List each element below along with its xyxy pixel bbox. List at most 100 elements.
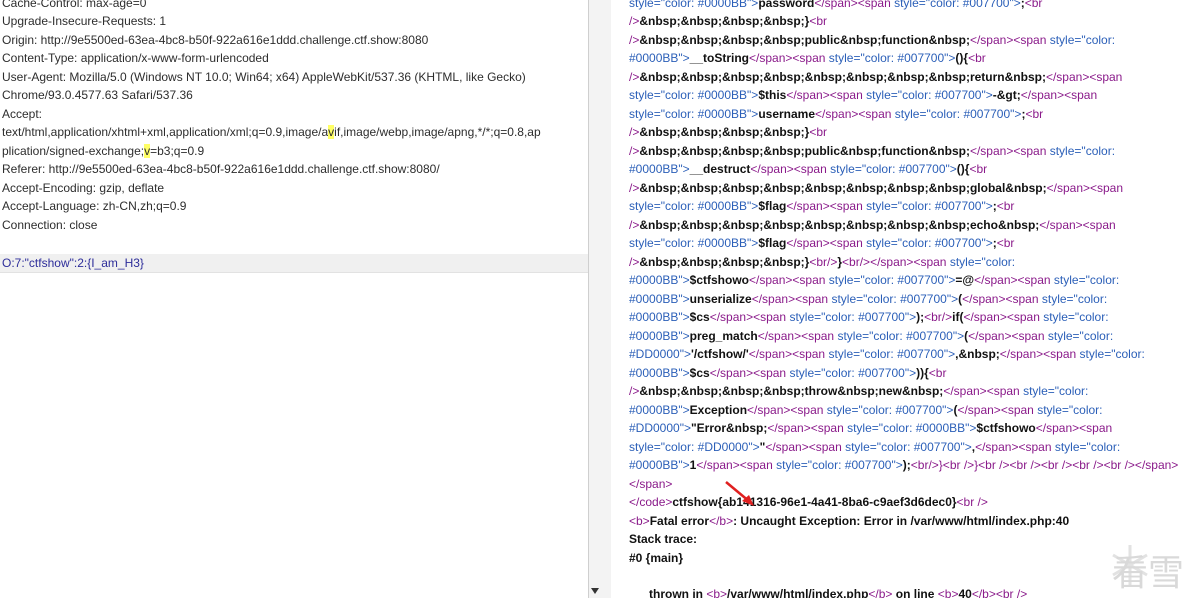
stack-frame: #0 {main} bbox=[629, 549, 683, 567]
tag: /> bbox=[928, 458, 939, 472]
tag: <br /> bbox=[956, 495, 988, 509]
request-body[interactable]: O:7:"ctfshow":2:{I_am_H3} bbox=[2, 254, 144, 272]
attr-value: "> bbox=[678, 51, 690, 65]
attr-value: "> bbox=[747, 88, 759, 102]
code-token: "Error&nbsp; bbox=[690, 421, 768, 435]
line-number: 40 bbox=[958, 587, 972, 598]
response-line: #0000BB">$ctfshowo</span><span style="co… bbox=[629, 271, 1119, 289]
code-token: unserialize bbox=[689, 292, 752, 306]
attr-value: "> bbox=[747, 107, 759, 121]
attr-value: #007700 bbox=[962, 0, 1010, 10]
attr-value: #007700 bbox=[858, 310, 905, 324]
code-token: -&gt; bbox=[992, 88, 1021, 102]
tag: </span> bbox=[969, 144, 1014, 158]
attr-value: =" bbox=[653, 0, 665, 10]
attr-value: color: bbox=[664, 199, 698, 213]
code-token: $ctfshowo bbox=[689, 273, 750, 287]
attr-value: #0000BB bbox=[629, 458, 679, 472]
attr-value: #0000BB bbox=[697, 199, 748, 213]
flag-line: </code>ctfshow{ab141316-96e1-4a41-8ba6-c… bbox=[629, 493, 988, 511]
tag: /> bbox=[629, 218, 640, 232]
request-header-line: Accept-Encoding: gzip, deflate bbox=[2, 181, 165, 195]
attr-name: style bbox=[629, 0, 654, 10]
attr-value: #0000BB bbox=[915, 421, 966, 435]
attr-name: style bbox=[1049, 144, 1075, 158]
text-run: =b3;q=0.9 bbox=[150, 144, 205, 158]
attr-value: =" bbox=[1078, 273, 1090, 287]
attr-value: =" bbox=[856, 292, 868, 306]
request-editor[interactable]: Cache-Control: max-age=0 Upgrade-Insecur… bbox=[0, 0, 588, 598]
tag: <span bbox=[753, 366, 790, 380]
tag: </span> bbox=[1020, 88, 1065, 102]
attr-value: color: bbox=[664, 440, 698, 454]
pane-splitter[interactable] bbox=[588, 0, 611, 598]
attr-value: "> bbox=[960, 440, 972, 454]
attr-value: #007700 bbox=[900, 292, 947, 306]
response-line: />&nbsp;&nbsp;&nbsp;&nbsp;}<br bbox=[629, 123, 827, 141]
tag: <b> bbox=[629, 514, 650, 528]
attr-value: #007700 bbox=[844, 458, 892, 472]
attr-name: style bbox=[789, 310, 815, 324]
response-viewer[interactable]: style="color: #0000BB">password</span><s… bbox=[611, 0, 1200, 598]
tag: <br bbox=[809, 14, 828, 28]
attr-value: "> bbox=[944, 273, 956, 287]
tag: </span> bbox=[786, 88, 830, 102]
attr-value: =" bbox=[814, 310, 826, 324]
red-arrow-icon bbox=[725, 481, 754, 506]
tag: <span bbox=[753, 310, 790, 324]
attr-value: "> bbox=[747, 0, 759, 10]
attr-value: "> bbox=[965, 421, 977, 435]
request-header-line: Content-Type: application/x-www-form-url… bbox=[2, 51, 269, 65]
tag: <span bbox=[1013, 33, 1050, 47]
attr-value: "> bbox=[1009, 0, 1021, 10]
attr-value: "> bbox=[678, 366, 690, 380]
attr-value: color: bbox=[930, 107, 964, 121]
response-line: #0000BB">unserialize</span><span style="… bbox=[629, 290, 1107, 308]
text-run: if,image/webp,image/apng,*/*;q=0.8,ap bbox=[334, 125, 541, 139]
attr-value: #0000BB bbox=[697, 0, 748, 10]
tag: <span bbox=[1064, 88, 1098, 102]
code-token: $cs bbox=[689, 310, 710, 324]
attr-value: #DD0000 bbox=[629, 421, 680, 435]
text-run: thrown in bbox=[642, 587, 707, 598]
response-line: />&nbsp;&nbsp;&nbsp;&nbsp;}<br bbox=[629, 12, 827, 30]
attr-name: style bbox=[1043, 310, 1068, 324]
request-header-line: Origin: http://9e5500ed-63ea-4bc8-b50f-9… bbox=[2, 33, 429, 47]
accept-header-value: plication/signed-exchange;v=b3;q=0.9 bbox=[2, 142, 204, 160]
tag: </span> bbox=[765, 440, 809, 454]
code-token: password bbox=[758, 0, 815, 10]
attr-name: style bbox=[845, 440, 870, 454]
code-token: $flag bbox=[758, 236, 787, 250]
tag: <span bbox=[1090, 181, 1124, 195]
tag: /> bbox=[629, 181, 640, 195]
tag: <span bbox=[1089, 70, 1123, 84]
attr-value: #0000BB bbox=[629, 310, 679, 324]
tag: <span bbox=[829, 199, 867, 213]
tag: </span> bbox=[815, 107, 859, 121]
request-header-line: Referer: http://9e5500ed-63ea-4bc8-b50f-… bbox=[2, 162, 440, 176]
watermark-text: 看雪 bbox=[1112, 553, 1185, 594]
attr-value: =" bbox=[871, 421, 884, 435]
text-run: plication/signed-exchange; bbox=[2, 144, 145, 158]
tag: <span bbox=[792, 51, 829, 65]
tag: /> bbox=[629, 14, 640, 28]
attr-value: #007700 bbox=[858, 366, 905, 380]
tag: </span> bbox=[696, 458, 740, 472]
tag: </span> bbox=[969, 33, 1014, 47]
attr-value: =" bbox=[853, 273, 865, 287]
attr-value: =" bbox=[1079, 440, 1091, 454]
flag-value: ctfshow{ab141316-96e1-4a41-8ba6-c9aef3d6… bbox=[672, 495, 957, 509]
attr-value: #0000BB bbox=[629, 366, 679, 380]
attr-name: style bbox=[1047, 329, 1073, 343]
attr-name: style bbox=[847, 421, 872, 435]
response-line: #0000BB">__destruct</span><span style="c… bbox=[629, 160, 987, 178]
attr-name: style bbox=[830, 162, 855, 176]
attr-name: style bbox=[866, 199, 891, 213]
attr-value: =" bbox=[853, 347, 865, 361]
response-line: #DD0000">"Error&nbsp;</span><span style=… bbox=[629, 419, 1112, 437]
tag: <span bbox=[1011, 329, 1048, 343]
attr-value: #0000BB bbox=[629, 329, 679, 343]
tag: }<br />}<br /><br /><br /><br /><br /></… bbox=[938, 458, 1179, 472]
arrow-down-icon[interactable] bbox=[591, 588, 599, 594]
attr-name: style bbox=[1023, 384, 1048, 398]
